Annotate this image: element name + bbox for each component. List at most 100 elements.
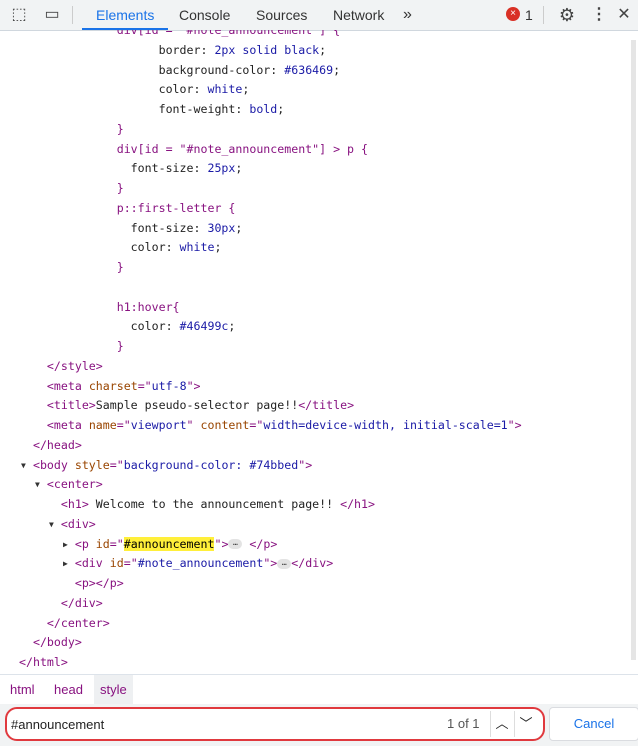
code-token: background-color: — [19, 62, 285, 77]
code-line[interactable]: </center> — [19, 614, 110, 634]
code-token: "> — [263, 556, 278, 571]
code-token: ; — [333, 62, 341, 77]
breadcrumb-head[interactable]: head — [48, 675, 89, 705]
code-line[interactable]: } — [19, 179, 124, 199]
expand-triangle-icon[interactable]: ▶ — [63, 554, 68, 574]
code-line[interactable]: ▶ <p id="#announcement">… </p> — [19, 535, 277, 555]
scrollbar[interactable] — [631, 40, 636, 660]
code-token: font-size: — [19, 220, 208, 235]
find-box: 1 of 1 ︿ ﹀ — [5, 707, 545, 741]
dom-tree[interactable]: div[id = "#note_announcement"] { border:… — [0, 30, 630, 674]
code-line[interactable]: font-size: 25px; — [19, 159, 243, 179]
code-token: font-size: — [19, 161, 208, 176]
code-line[interactable]: } — [19, 120, 124, 140]
code-token: border: — [19, 42, 215, 57]
code-line[interactable]: ▶ <div id="#note_announcement">… </div> — [19, 554, 333, 574]
code-token: 25px — [207, 161, 236, 176]
code-line[interactable]: <meta name="viewport" content="width=dev… — [19, 416, 522, 436]
inspect-element-icon[interactable]: ⬚ — [9, 5, 29, 25]
code-token: ; — [319, 42, 327, 57]
code-token: viewport — [130, 418, 187, 432]
code-token: </head> — [19, 437, 82, 452]
code-token: <body — [19, 457, 75, 472]
code-token: <center> — [19, 477, 103, 492]
code-token: white — [207, 82, 243, 97]
tab-sources[interactable]: Sources — [256, 0, 307, 30]
match-count: 1 of 1 — [447, 716, 480, 731]
divider — [72, 6, 73, 24]
expand-triangle-icon[interactable]: ▶ — [63, 535, 68, 555]
code-token: ; — [214, 240, 222, 255]
collapse-triangle-icon[interactable]: ▼ — [21, 456, 26, 476]
gear-icon[interactable]: ⚙ — [557, 5, 577, 25]
code-line[interactable]: ▼ <center> — [19, 475, 103, 495]
error-count[interactable]: 1 — [525, 0, 533, 30]
code-token: <title> — [19, 398, 96, 413]
code-token: background-color: #74bbed — [123, 457, 299, 472]
code-token: "> — [298, 457, 313, 472]
code-line[interactable]: h1:hover{ — [19, 298, 180, 318]
find-input[interactable] — [11, 714, 431, 734]
code-token: bold — [249, 102, 278, 116]
code-token: <p></p> — [19, 576, 124, 590]
code-token: Welcome to the announcement page!! — [88, 497, 341, 511]
close-icon[interactable]: ✕ — [614, 5, 634, 25]
breadcrumb-html[interactable]: html — [4, 675, 41, 705]
code-token: 30px — [207, 220, 236, 235]
code-token: "> — [507, 418, 522, 432]
code-token: } — [19, 260, 124, 274]
code-line[interactable]: ▼ <div> — [19, 515, 96, 535]
code-line[interactable]: </body> — [19, 633, 82, 653]
code-line[interactable]: <p></p> — [19, 574, 124, 594]
code-line[interactable]: </head> — [19, 436, 82, 456]
find-previous-button[interactable]: ︿ — [490, 711, 513, 737]
code-line[interactable]: div[id = "#note_announcement"] { — [19, 30, 340, 41]
code-line[interactable]: color: white; — [19, 238, 222, 258]
error-icon[interactable]: × — [506, 7, 520, 21]
code-token: width=device-width, initial-scale=1 — [263, 418, 508, 432]
code-line[interactable]: <meta charset="utf-8"> — [19, 377, 201, 397]
code-token: =" — [109, 457, 124, 472]
code-token: <meta — [19, 418, 89, 432]
code-line[interactable]: <title>Sample pseudo-selector page!!</ti… — [19, 396, 354, 416]
code-line[interactable]: </html> — [19, 653, 68, 673]
code-line[interactable]: p::first-letter { — [19, 199, 236, 219]
code-token: "> — [214, 536, 229, 551]
code-token: <div> — [19, 516, 96, 531]
code-line[interactable]: div[id = "#note_announcement"] > p { — [19, 140, 368, 160]
code-line[interactable]: } — [19, 337, 124, 357]
code-line[interactable]: <h1> Welcome to the announcement page!! … — [19, 495, 375, 515]
code-line[interactable]: border: 2px solid black; — [19, 41, 327, 61]
code-line[interactable]: color: white; — [19, 80, 250, 100]
ellipsis-button[interactable]: … — [277, 558, 292, 569]
tab-console[interactable]: Console — [179, 0, 230, 30]
code-token: p::first-letter { — [19, 200, 236, 215]
tab-network[interactable]: Network — [333, 0, 384, 30]
code-token: ; — [242, 82, 250, 97]
more-tabs-button[interactable]: » — [403, 0, 412, 30]
code-line[interactable]: ▼ <body style="background-color: #74bbed… — [19, 456, 312, 476]
collapse-triangle-icon[interactable]: ▼ — [49, 515, 54, 535]
cancel-button[interactable]: Cancel — [549, 707, 638, 741]
collapse-triangle-icon[interactable]: ▼ — [35, 475, 40, 495]
code-token: } — [19, 339, 124, 353]
code-token: #636469 — [284, 62, 334, 77]
code-line[interactable]: </style> — [19, 357, 103, 377]
find-next-button[interactable]: ﹀ — [514, 711, 537, 737]
code-line[interactable]: font-size: 30px; — [19, 219, 243, 239]
search-highlight: #announcement — [123, 536, 215, 551]
code-token: style — [74, 457, 110, 472]
code-token: content — [200, 418, 250, 432]
device-toolbar-icon[interactable]: ▭ — [42, 5, 62, 25]
more-vertical-icon[interactable]: ⋮ — [589, 5, 609, 25]
code-line[interactable]: color: #46499c; — [19, 317, 236, 337]
code-token: div[id = "#note_announcement"] { — [19, 30, 341, 37]
tab-elements[interactable]: Elements — [81, 0, 169, 30]
code-line[interactable]: background-color: #636469; — [19, 61, 341, 81]
code-token: } — [19, 121, 124, 136]
code-line[interactable]: font-weight: bold; — [19, 100, 285, 120]
code-line[interactable]: </div> — [19, 594, 103, 614]
breadcrumb-style[interactable]: style — [94, 675, 133, 705]
code-line[interactable]: } — [19, 258, 124, 278]
ellipsis-button[interactable]: … — [228, 539, 243, 549]
